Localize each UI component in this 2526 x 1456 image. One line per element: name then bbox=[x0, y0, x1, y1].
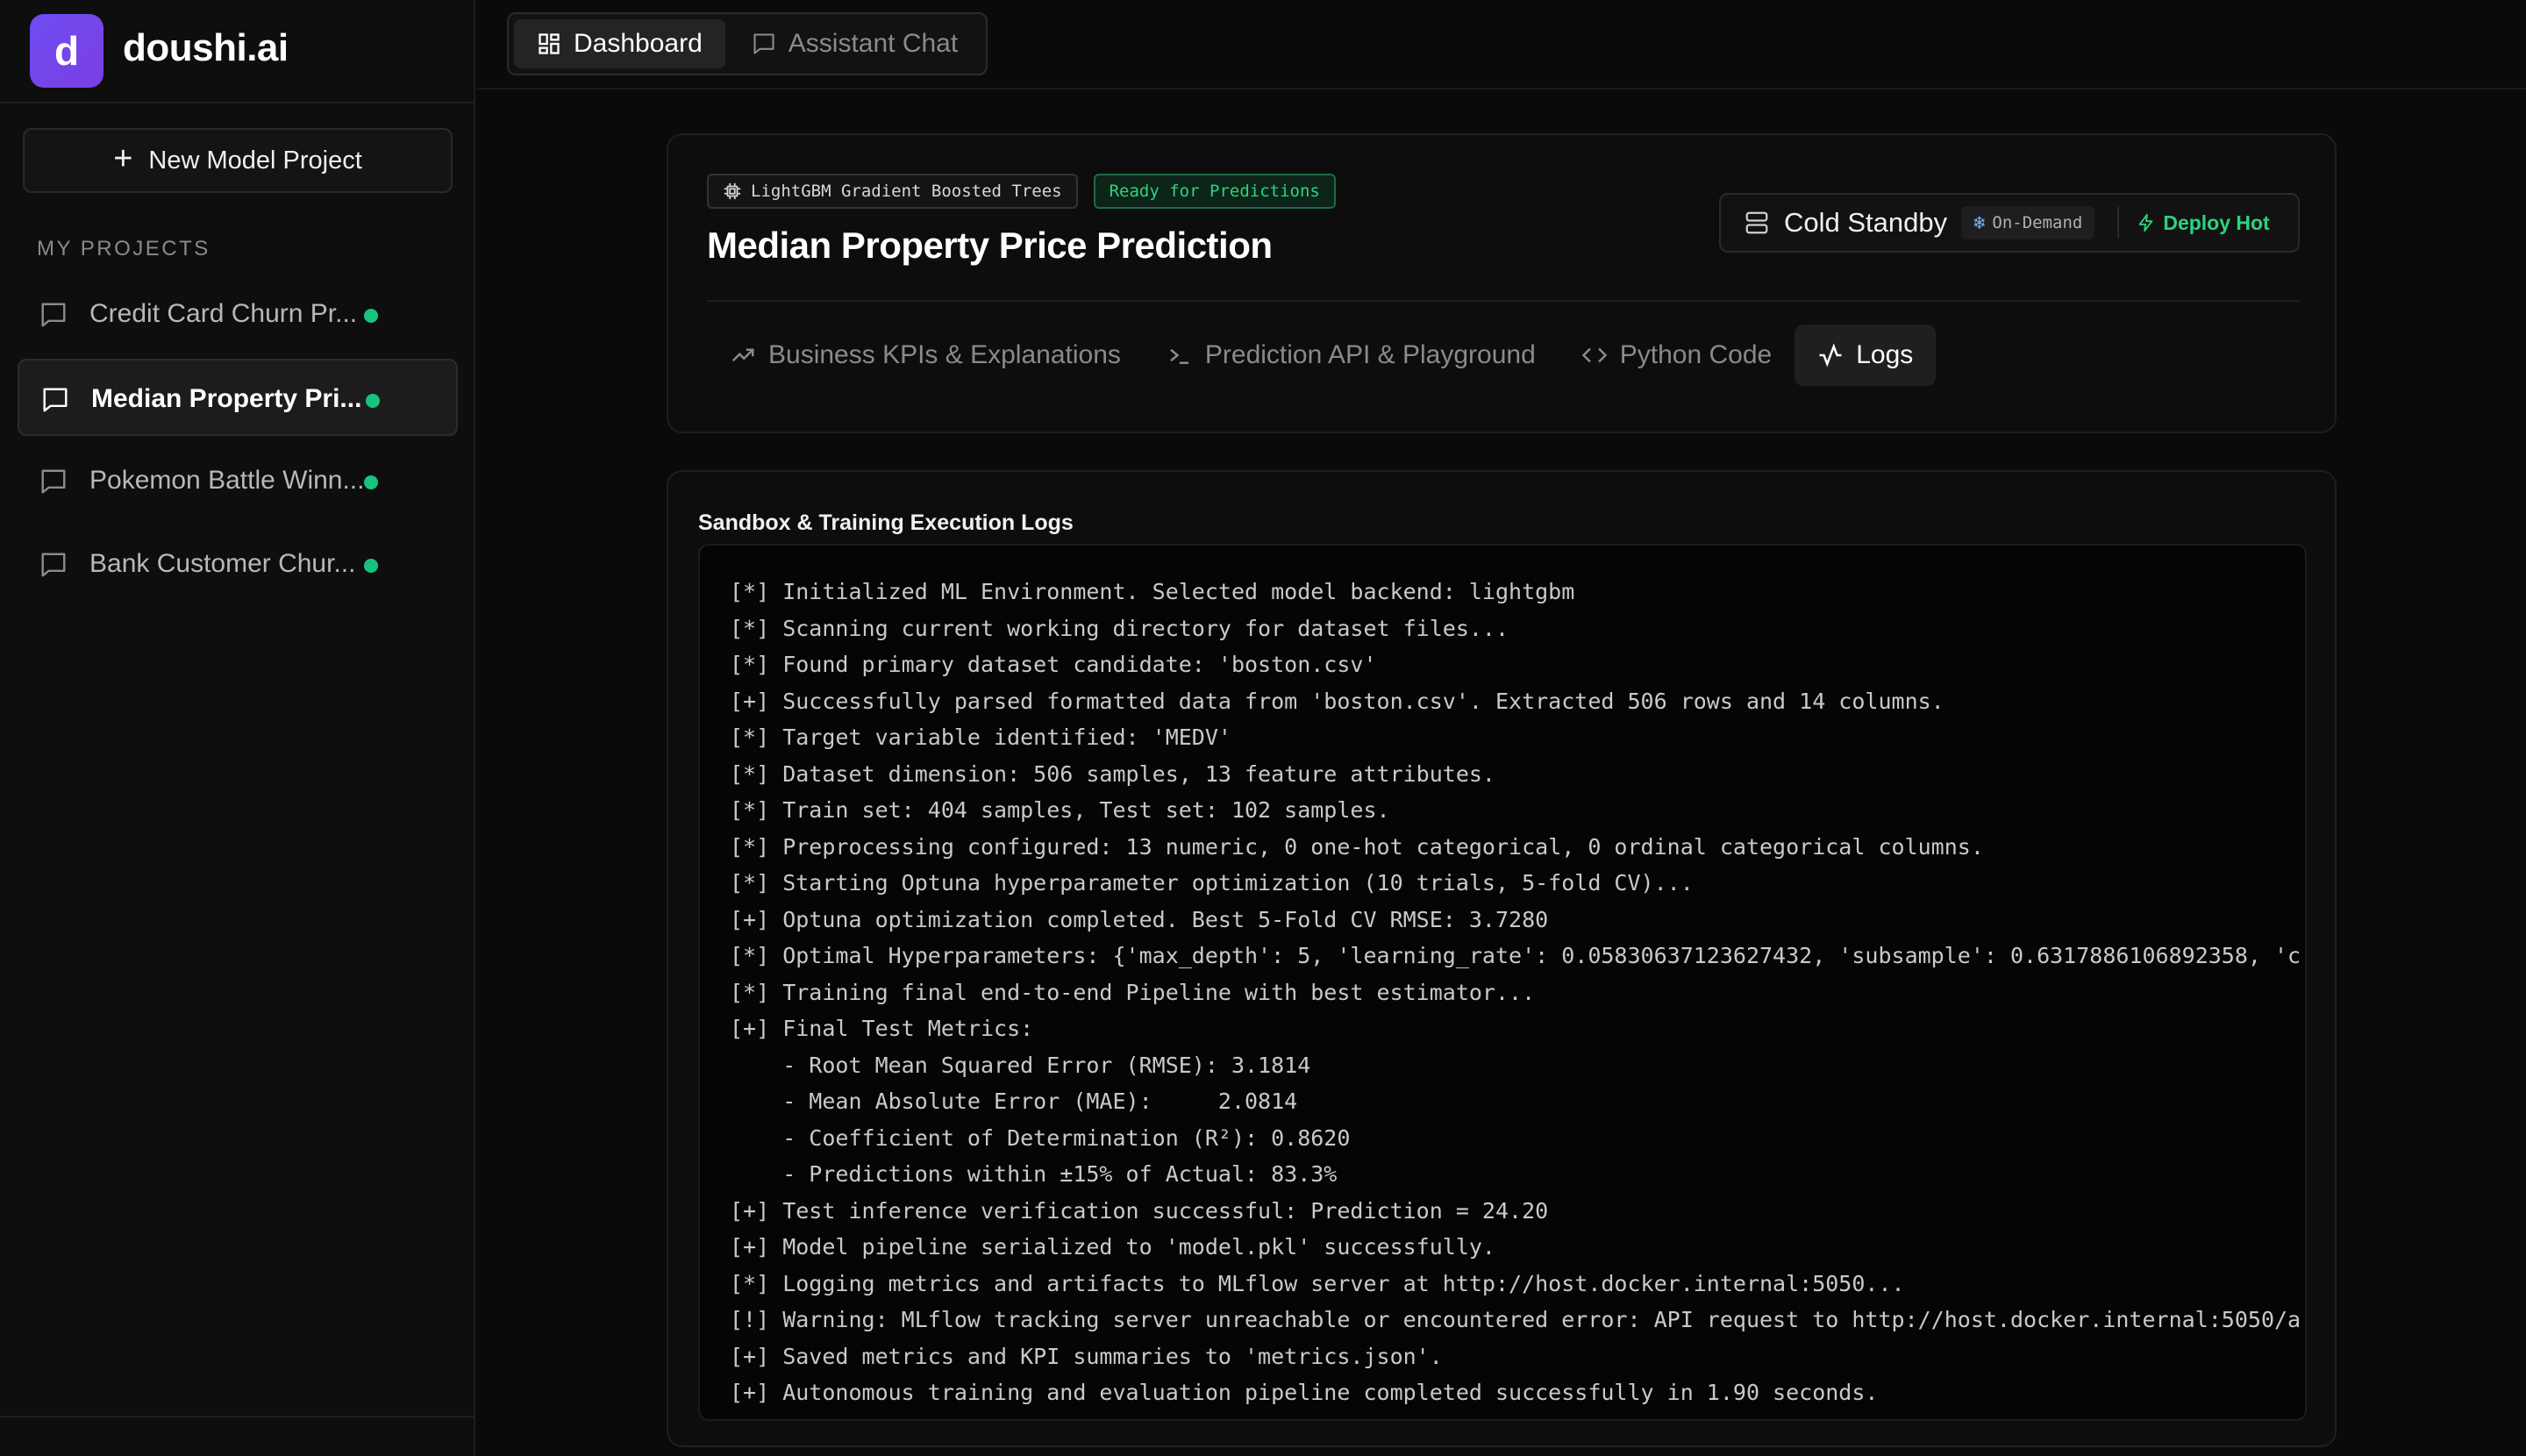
new-model-project-button[interactable]: + New Model Project bbox=[23, 128, 453, 193]
on-demand-badge: ❄ On-Demand bbox=[1961, 206, 2095, 239]
trending-up-icon bbox=[731, 348, 754, 362]
tab-assistant-chat[interactable]: Assistant Chat bbox=[729, 19, 981, 68]
lightning-icon bbox=[2139, 213, 2153, 232]
dashboard-icon bbox=[539, 33, 560, 54]
log-line: [*] Train set: 404 samples, Test set: 10… bbox=[730, 797, 1390, 823]
tab-dashboard[interactable]: Dashboard bbox=[514, 19, 725, 68]
log-line: [+] Test inference verification successf… bbox=[730, 1197, 1549, 1224]
sidebar: d doushi.ai + New Model Project MY PROJE… bbox=[0, 0, 475, 1456]
cpu-icon bbox=[724, 182, 741, 200]
message-square-icon bbox=[41, 303, 66, 327]
tab-business-kpis[interactable]: Business KPIs & Explanations bbox=[707, 325, 1144, 386]
deployment-mode: On-Demand bbox=[1992, 213, 2083, 232]
tab-label: Dashboard bbox=[574, 29, 703, 58]
log-line: [*] Optimal Hyperparameters: {'max_depth… bbox=[730, 943, 2300, 968]
deploy-hot-button[interactable]: Deploy Hot bbox=[2137, 211, 2270, 235]
plus-icon: + bbox=[113, 140, 133, 177]
tab-label: Assistant Chat bbox=[788, 29, 959, 58]
snowflake-icon: ❄ bbox=[1973, 211, 1986, 234]
project-subtabs: Business KPIs & Explanations Prediction … bbox=[707, 325, 1937, 386]
log-line: [+] Final Test Metrics: bbox=[730, 1016, 1034, 1041]
log-line: [*] Starting Optuna hyperparameter optim… bbox=[730, 870, 1694, 896]
project-item-pokemon-battle[interactable]: Pokemon Battle Winn... bbox=[18, 442, 458, 519]
log-line: [!] Warning: MLflow tracking server unre… bbox=[730, 1307, 2300, 1332]
status-dot bbox=[364, 559, 378, 573]
sidebar-footer-divider bbox=[0, 1416, 474, 1417]
project-name: Pokemon Battle Winn... bbox=[89, 466, 365, 495]
tab-prediction-api[interactable]: Prediction API & Playground bbox=[1144, 325, 1559, 386]
deploy-hot-label: Deploy Hot bbox=[2163, 211, 2270, 234]
subtab-label: Python Code bbox=[1619, 340, 1773, 369]
project-list: Credit Card Churn Pr... Median Property … bbox=[18, 275, 458, 609]
tab-python-code[interactable]: Python Code bbox=[1559, 325, 1795, 386]
log-terminal[interactable]: [*] Initialized ML Environment. Selected… bbox=[698, 544, 2307, 1421]
log-line: [+] Optuna optimization completed. Best … bbox=[730, 906, 1549, 932]
log-line: [+] Successfully parsed formatted data f… bbox=[730, 688, 1944, 714]
header-divider bbox=[707, 300, 2300, 302]
page-title: Median Property Price Prediction bbox=[707, 225, 1273, 266]
main-tabs: Dashboard Assistant Chat bbox=[507, 12, 988, 75]
project-header-card: LightGBM Gradient Boosted Trees Ready fo… bbox=[667, 133, 2337, 433]
log-line: - Predictions within ±15% of Actual: 83.… bbox=[730, 1161, 1338, 1187]
status-dot bbox=[366, 394, 380, 408]
deploy-divider bbox=[2117, 207, 2120, 239]
subtab-label: Business KPIs & Explanations bbox=[768, 340, 1121, 369]
project-item-credit-card-churn[interactable]: Credit Card Churn Pr... bbox=[18, 275, 458, 353]
model-badge: LightGBM Gradient Boosted Trees bbox=[707, 174, 1078, 209]
model-badge-label: LightGBM Gradient Boosted Trees bbox=[751, 182, 1062, 201]
status-dot bbox=[364, 475, 378, 489]
new-project-label: New Model Project bbox=[148, 146, 362, 175]
subtab-label: Prediction API & Playground bbox=[1204, 340, 1536, 369]
server-icon bbox=[1745, 211, 1768, 234]
project-name: Median Property Pri... bbox=[91, 384, 362, 413]
logs-card: Sandbox & Training Execution Logs [*] In… bbox=[667, 470, 2337, 1447]
project-name: Credit Card Churn Pr... bbox=[89, 299, 358, 328]
brand-name: doushi.ai bbox=[123, 26, 289, 69]
badge-row: LightGBM Gradient Boosted Trees Ready fo… bbox=[707, 174, 1336, 209]
log-line: - Coefficient of Determination (R²): 0.8… bbox=[730, 1124, 1351, 1151]
code-icon bbox=[1581, 347, 1608, 363]
log-line: - Root Mean Squared Error (RMSE): 3.1814 bbox=[730, 1052, 1311, 1078]
message-square-icon bbox=[43, 388, 68, 412]
tab-logs[interactable]: Logs bbox=[1795, 325, 1937, 386]
project-item-median-property[interactable]: Median Property Pri... bbox=[18, 359, 458, 436]
chat-icon bbox=[753, 33, 774, 54]
log-lines: [*] Initialized ML Environment. Selected… bbox=[730, 574, 2300, 1411]
log-line: [*] Scanning current working directory f… bbox=[730, 615, 1509, 641]
activity-icon bbox=[1819, 343, 1842, 368]
project-item-bank-customer-churn[interactable]: Bank Customer Chur... bbox=[18, 525, 458, 603]
log-line: [*] Found primary dataset candidate: 'bo… bbox=[730, 652, 1377, 677]
log-line: [*] Training final end-to-end Pipeline w… bbox=[730, 979, 1536, 1005]
deployment-state: Cold Standby bbox=[1784, 207, 1948, 238]
log-line: [*] Logging metrics and artifacts to MLf… bbox=[730, 1270, 1905, 1296]
brand-header: d doushi.ai bbox=[0, 0, 474, 103]
log-line: [*] Dataset dimension: 506 samples, 13 f… bbox=[730, 760, 1495, 787]
log-line: - Mean Absolute Error (MAE): 2.0814 bbox=[730, 1088, 1298, 1114]
log-line: [*] Target variable identified: 'MEDV' bbox=[730, 724, 1231, 750]
subtab-label: Logs bbox=[1856, 340, 1914, 369]
app-root: d doushi.ai + New Model Project MY PROJE… bbox=[0, 0, 2526, 1456]
status-dot bbox=[364, 309, 378, 323]
terminal-icon bbox=[1170, 348, 1188, 364]
status-badge: Ready for Predictions bbox=[1093, 174, 1336, 209]
brand-logo[interactable]: d bbox=[30, 14, 103, 88]
log-line: [+] Autonomous training and evaluation p… bbox=[730, 1380, 1879, 1405]
log-line: [+] Model pipeline serialized to 'model.… bbox=[730, 1234, 1495, 1260]
message-square-icon bbox=[41, 469, 66, 494]
logs-title: Sandbox & Training Execution Logs bbox=[698, 510, 1074, 535]
message-square-icon bbox=[41, 553, 66, 577]
log-line: [+] Saved metrics and KPI summaries to '… bbox=[730, 1343, 1443, 1369]
log-line: [*] Preprocessing configured: 13 numeric… bbox=[730, 833, 1984, 860]
log-line: [*] Initialized ML Environment. Selected… bbox=[730, 579, 1575, 604]
topbar: Dashboard Assistant Chat bbox=[477, 0, 2526, 89]
projects-section-label: MY PROJECTS bbox=[37, 237, 210, 261]
deployment-status: Cold Standby ❄ On-Demand Deploy Hot bbox=[1719, 193, 2300, 253]
project-name: Bank Customer Chur... bbox=[89, 549, 356, 578]
